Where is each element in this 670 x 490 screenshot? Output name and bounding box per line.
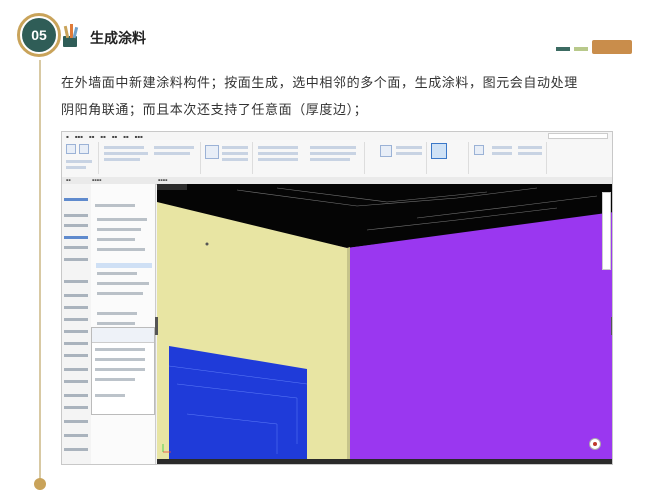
- selected-tree-item[interactable]: [96, 263, 152, 268]
- ribbon-group-6: [428, 142, 469, 174]
- property-panel: [91, 327, 155, 415]
- description-line-2: 阴阳角联通；而且本次还支持了任意面（厚度边）；: [61, 103, 368, 118]
- section-title: 生成涂料: [90, 31, 146, 47]
- ribbon-group-4: [254, 142, 365, 174]
- pencil-cup-icon: [63, 24, 79, 47]
- viewport-tab[interactable]: [157, 184, 187, 190]
- ribbon-group-1: [64, 142, 99, 174]
- left-collapse-handle[interactable]: [155, 317, 158, 335]
- view-toolbar[interactable]: [602, 192, 611, 270]
- 3d-scene: [157, 184, 612, 464]
- user-avatar-icon[interactable]: [589, 438, 601, 450]
- module-nav-panel: [62, 184, 92, 464]
- description-line-1: 在外墙面中新建涂料构件；按面生成，选中相邻的多个面，生成涂料，图元会自动处理: [61, 76, 578, 91]
- description: 在外墙面中新建涂料构件；按面生成，选中相邻的多个面，生成涂料，图元会自动处理 阴…: [61, 70, 621, 124]
- ribbon-group-7: [470, 142, 547, 174]
- step-badge: 05: [22, 18, 56, 52]
- status-bar: [157, 459, 612, 464]
- search-box[interactable]: [548, 133, 608, 139]
- ribbon-group-5: [366, 142, 427, 174]
- timeline-end-dot: [34, 478, 46, 490]
- right-collapse-handle[interactable]: [611, 317, 612, 335]
- ribbon-toolbar: [62, 140, 612, 178]
- timeline-line: [39, 60, 41, 490]
- software-screenshot: ▪ ▪▪▪ ▪▪ ▪▪ ▪▪ ▪▪ ▪▪▪ ▪▪ ▪▪▪▪ ▪▪▪▪: [61, 131, 613, 465]
- ribbon-group-3: [202, 142, 253, 174]
- component-tree-panel: [91, 184, 156, 464]
- deco-bars-icon: [556, 40, 634, 54]
- 3d-viewport[interactable]: [157, 184, 612, 464]
- ribbon-group-2: [100, 142, 201, 174]
